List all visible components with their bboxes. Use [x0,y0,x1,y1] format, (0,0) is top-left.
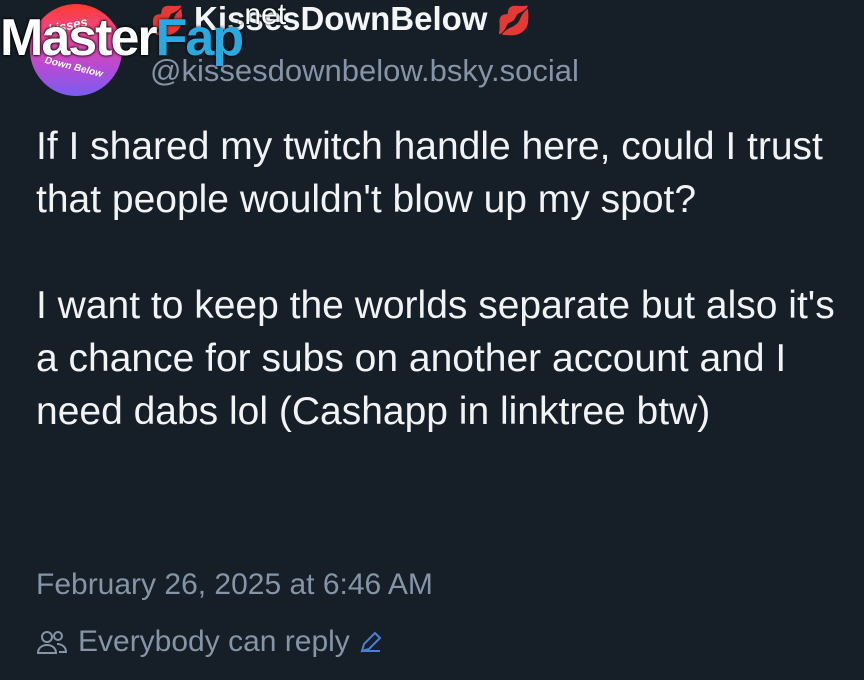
watermark-fap: Fap [155,9,244,67]
post-paragraph: If I shared my twitch handle here, could… [36,125,823,221]
watermark-logo: MasterFap .net [0,0,286,68]
post-card: kisses Down Below MasterFap .net 💋 Kisse… [0,0,864,680]
reply-setting-label: Everybody can reply [78,625,350,658]
post-paragraph: I want to keep the worlds separate but a… [36,284,835,433]
reply-settings[interactable]: Everybody can reply [36,622,384,662]
people-icon [36,631,68,654]
post-body: If I shared my twitch handle here, could… [36,120,846,438]
lips-icon: 💋 [496,5,532,36]
pencil-icon[interactable] [358,629,384,655]
watermark-master: Master [0,9,158,67]
watermark-net: .net [236,0,287,31]
post-timestamp[interactable]: February 26, 2025 at 6:46 AM [36,568,433,602]
